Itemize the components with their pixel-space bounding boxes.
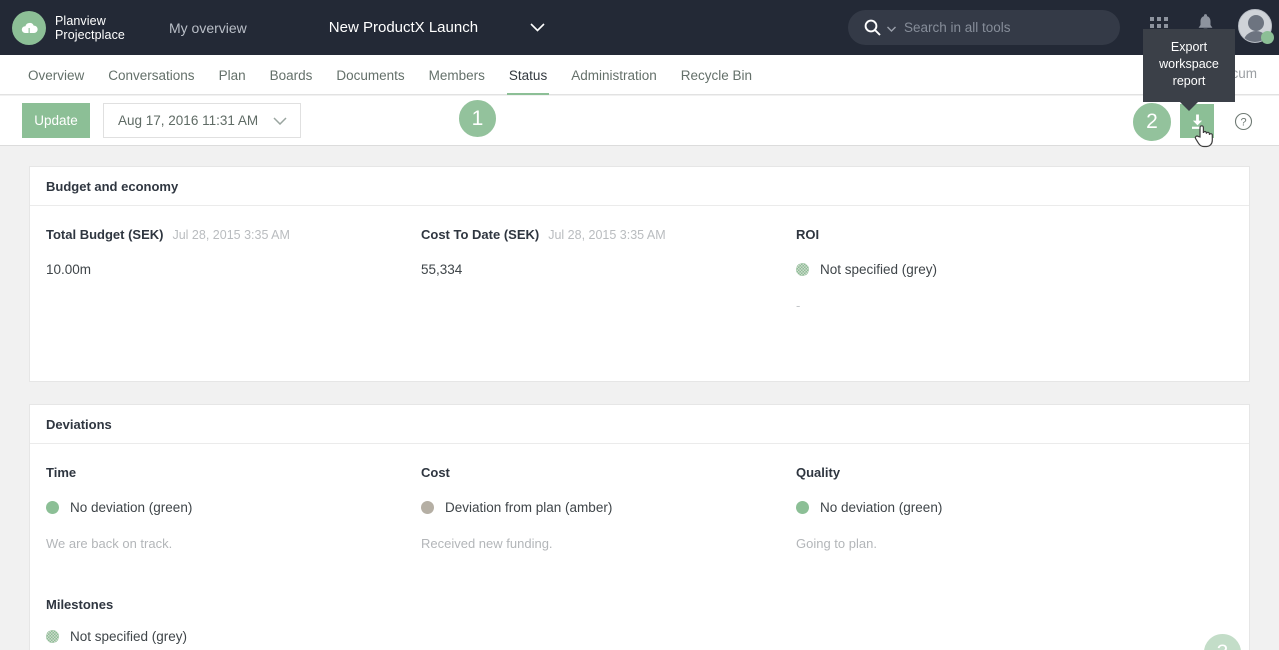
svg-text:?: ? (1240, 116, 1246, 128)
status-dot-green-icon (46, 501, 59, 514)
deviations-card: Deviations Time No deviation (green) We … (29, 404, 1250, 650)
tab-members[interactable]: Members (417, 55, 497, 95)
tab-status[interactable]: Status (497, 55, 559, 95)
cost-to-date-label: Cost To Date (SEK) (421, 227, 540, 242)
brand-line-2: Projectplace (55, 27, 125, 42)
tab-conversations[interactable]: Conversations (96, 55, 206, 95)
planview-cloud-icon (12, 10, 46, 45)
brand-logo-area[interactable]: Planview Projectplace (12, 10, 125, 45)
search-scope-chevron-icon[interactable] (887, 19, 896, 37)
search-input[interactable] (904, 20, 1094, 35)
deviation-time-label: Time (46, 465, 77, 480)
roi-note: - (796, 298, 801, 313)
cost-to-date-timestamp: Jul 28, 2015 3:35 AM (548, 228, 666, 242)
nav-tabs: Overview Conversations Plan Boards Docum… (0, 55, 1279, 95)
deviation-cost-note: Received new funding. (421, 536, 553, 551)
status-date-value: Aug 17, 2016 11:31 AM (118, 113, 259, 128)
tab-overview[interactable]: Overview (16, 55, 96, 95)
question-mark-icon: ? (1234, 112, 1252, 130)
deviation-quality-label: Quality (796, 465, 841, 480)
deviation-quality-note: Going to plan. (796, 536, 877, 551)
cost-to-date-value: 55,334 (421, 262, 463, 277)
deviation-time-note: We are back on track. (46, 536, 173, 551)
help-button[interactable]: ? (1226, 104, 1260, 138)
avatar[interactable] (1238, 9, 1274, 44)
search-bar[interactable] (848, 10, 1120, 45)
search-icon (864, 19, 881, 36)
status-dot-green-icon (796, 501, 809, 514)
deviation-time: Time No deviation (green) We are back on… (46, 465, 421, 551)
deviation-quality-status: No deviation (green) (796, 500, 942, 515)
step-badge-1: 1 (457, 98, 498, 139)
status-date-select[interactable]: Aug 17, 2016 11:31 AM (103, 103, 301, 138)
deviation-quality-status-label: No deviation (green) (820, 500, 943, 515)
online-status-dot (1261, 31, 1274, 44)
my-overview-link[interactable]: My overview (169, 20, 247, 36)
deviation-cost-status-label: Deviation from plan (amber) (445, 500, 613, 515)
deviation-time-status: No deviation (green) (46, 500, 421, 515)
deviation-cost-status: Deviation from plan (amber) (421, 500, 796, 515)
roi-status-label: Not specified (grey) (820, 262, 938, 277)
mouse-pointer-hand-icon (1194, 122, 1216, 153)
tab-administration[interactable]: Administration (559, 55, 669, 95)
brand-name: Planview Projectplace (55, 14, 125, 42)
deviation-time-status-label: No deviation (green) (70, 500, 193, 515)
tab-documents[interactable]: Documents (324, 55, 416, 95)
export-report-tooltip: Export workspace report (1143, 29, 1235, 111)
roi-label: ROI (796, 227, 820, 242)
milestones-status-label: Not specified (grey) (70, 629, 188, 644)
budget-section-body: Total Budget (SEK) Jul 28, 2015 3:35 AM … (30, 206, 1249, 381)
total-budget-value: 10.00m (46, 262, 92, 277)
workspace-nav-bar: Overview Conversations Plan Boards Docum… (0, 55, 1279, 95)
deviations-section-title: Deviations (30, 405, 1249, 444)
cost-to-date-field: Cost To Date (SEK) Jul 28, 2015 3:35 AM … (421, 227, 796, 313)
tab-plan[interactable]: Plan (207, 55, 258, 95)
tab-boards[interactable]: Boards (258, 55, 325, 95)
status-dot-grey-icon (46, 630, 59, 643)
status-content: Budget and economy Total Budget (SEK) Ju… (0, 146, 1279, 650)
chevron-down-icon (273, 113, 287, 128)
total-budget-label: Total Budget (SEK) (46, 227, 164, 242)
roi-status: Not specified (grey) (796, 262, 937, 277)
update-button[interactable]: Update (22, 103, 90, 138)
deviation-quality: Quality No deviation (green) Going to pl… (796, 465, 942, 551)
milestones-status: Not specified (grey) (46, 629, 1233, 644)
milestones-title: Milestones (46, 597, 114, 612)
top-bar: Planview Projectplace My overview New Pr… (0, 0, 1279, 55)
roi-field: ROI Not specified (grey) - (796, 227, 937, 313)
workspace-title: New ProductX Launch (328, 19, 479, 36)
budget-and-economy-card: Budget and economy Total Budget (SEK) Ju… (29, 166, 1250, 382)
workspace-dropdown-button[interactable] (530, 23, 545, 32)
deviations-section-body: Time No deviation (green) We are back on… (30, 444, 1249, 650)
deviation-cost: Cost Deviation from plan (amber) Receive… (421, 465, 796, 551)
budget-section-title: Budget and economy (30, 167, 1249, 206)
brand-line-1: Planview (55, 13, 106, 28)
total-budget-field: Total Budget (SEK) Jul 28, 2015 3:35 AM … (46, 227, 421, 313)
deviation-cost-label: Cost (421, 465, 450, 480)
step-badge-2: 2 (1131, 101, 1173, 143)
app-window: Planview Projectplace My overview New Pr… (0, 0, 1279, 650)
tab-recycle-bin[interactable]: Recycle Bin (669, 55, 764, 95)
milestones-block: Milestones Not specified (grey) (46, 597, 1233, 644)
chevron-down-icon (530, 23, 545, 32)
status-dot-grey-icon (796, 263, 809, 276)
total-budget-timestamp: Jul 28, 2015 3:35 AM (172, 228, 290, 242)
status-dot-amber-icon (421, 501, 434, 514)
